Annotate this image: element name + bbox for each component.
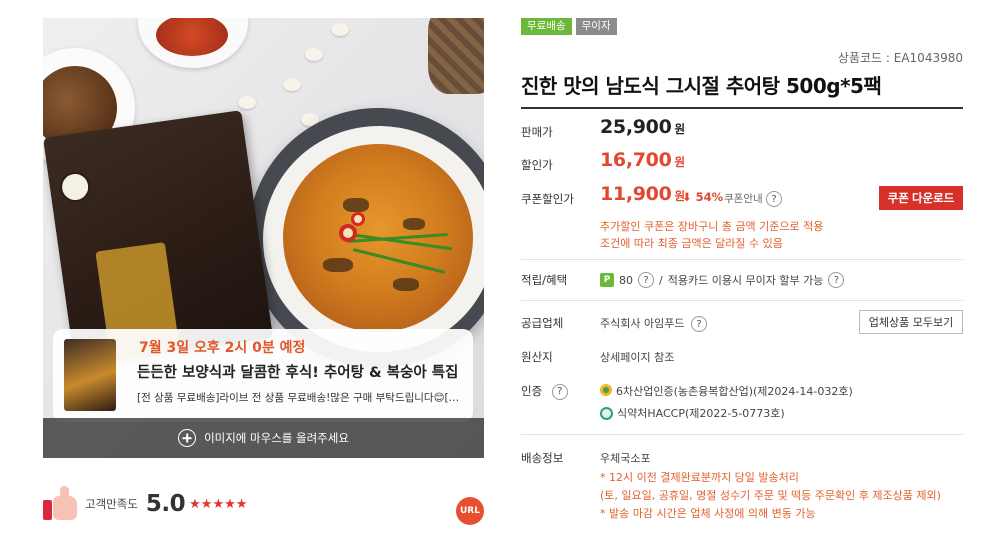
interest-free-tag: 무이자 bbox=[575, 18, 617, 35]
benefits-label: 적립/혜택 bbox=[521, 273, 568, 287]
chili-slice bbox=[339, 224, 357, 242]
discount-price-value: 16,700 bbox=[600, 149, 672, 171]
certification-badge-icon bbox=[600, 384, 612, 398]
url-copy-button[interactable]: URL bbox=[456, 497, 484, 525]
help-icon[interactable]: ? bbox=[828, 272, 845, 288]
cert-haccp-text: 식약처HACCP(제2022-5-0773호) bbox=[617, 407, 785, 420]
shipping-note-1: * 12시 이전 결제완료분까지 당일 발송처리 bbox=[600, 471, 799, 484]
slash-separator: / bbox=[659, 273, 663, 287]
customer-rating: 고객만족도 5.0 ★★★★★ bbox=[43, 486, 247, 522]
sale-price-value: 25,900 bbox=[600, 116, 672, 138]
title-divider bbox=[521, 107, 963, 109]
product-image[interactable]: 7월 3일 오후 2시 0분 예정 든든한 보양식과 달콤한 후식! 추어탕 &… bbox=[43, 18, 484, 458]
plus-circle-icon bbox=[178, 429, 197, 447]
sale-price-label: 판매가 bbox=[521, 125, 553, 139]
haccp-badge-icon bbox=[600, 406, 613, 420]
help-icon[interactable]: ? bbox=[690, 316, 707, 332]
zoom-hint-bar[interactable]: 이미지에 마우스를 올려주세요 bbox=[43, 418, 484, 458]
product-title: 진한 맛의 남도식 그시절 추어탕 500g*5팩 bbox=[521, 74, 882, 98]
garlic-clove bbox=[331, 23, 349, 36]
coupon-price-value: 11,900 bbox=[600, 183, 672, 205]
currency-unit: 원 bbox=[674, 155, 686, 169]
garlic-clove bbox=[283, 78, 301, 91]
chili-slice bbox=[351, 212, 365, 226]
garlic-clove bbox=[305, 48, 323, 61]
coupon-download-button[interactable]: 쿠폰 다운로드 bbox=[879, 186, 963, 210]
section-divider bbox=[521, 259, 963, 260]
zoom-hint-text: 이미지에 마우스를 올려주세요 bbox=[204, 431, 349, 445]
discount-price-label: 할인가 bbox=[521, 158, 553, 172]
garlic-clove bbox=[238, 96, 256, 109]
coupon-note-1: 추가할인 쿠폰은 장바구니 총 금액 기준으로 적용 bbox=[600, 220, 824, 233]
thumbs-up-icon bbox=[43, 486, 79, 522]
point-badge-icon: P bbox=[600, 273, 614, 287]
pine-cone-decoration bbox=[428, 18, 484, 94]
certification-label-text: 인증 bbox=[521, 384, 543, 398]
coupon-price-label: 쿠폰할인가 bbox=[521, 192, 574, 206]
origin-value: 상세페이지 참조 bbox=[600, 351, 675, 364]
sale-price: 25,900 원 bbox=[600, 116, 685, 138]
free-shipping-tag: 무료배송 bbox=[521, 18, 572, 35]
cert-6th-industry-text: 6차산업인증(농촌융복합산업)(제2024-14-032호) bbox=[616, 385, 853, 398]
product-package bbox=[43, 110, 274, 366]
package-logo-icon bbox=[58, 170, 93, 204]
help-icon[interactable]: ? bbox=[765, 191, 782, 207]
section-divider bbox=[521, 300, 963, 301]
certification-label: 인증 ? bbox=[521, 383, 568, 400]
help-icon[interactable]: ? bbox=[638, 272, 654, 288]
stew-meat bbox=[323, 258, 353, 272]
shipping-note-2: (토, 일요일, 공휴일, 명절 성수기 주문 및 떡등 주문확인 후 제조상품… bbox=[600, 489, 941, 502]
coupon-guide[interactable]: 쿠폰안내 ? bbox=[724, 191, 782, 207]
rating-label: 고객만족도 bbox=[85, 497, 138, 511]
coupon-discount-percent: ⬇ 54% bbox=[682, 190, 724, 204]
promo-description: [전 상품 무료배송]라이브 전 상품 무료배송!많은 구매 부탁드립니다😊[최… bbox=[137, 392, 467, 404]
promo-thumbnail bbox=[64, 339, 116, 411]
help-icon[interactable]: ? bbox=[551, 383, 568, 400]
benefits-row: P 80 ? / 적용카드 이용시 무이자 할부 가능 ? bbox=[600, 272, 845, 288]
promo-date: 7월 3일 오후 2시 0분 예정 bbox=[139, 340, 306, 356]
shipping-label: 배송정보 bbox=[521, 451, 564, 465]
discount-price: 16,700 원 bbox=[600, 149, 685, 171]
cert-6th-industry: 6차산업인증(농촌융복합산업)(제2024-14-032호) bbox=[600, 383, 853, 399]
stew-meat bbox=[403, 218, 425, 230]
supplier-label: 공급업체 bbox=[521, 316, 564, 330]
shipping-note-3: * 발송 마감 시간은 업체 사정에 의해 변동 가능 bbox=[600, 507, 816, 520]
origin-label: 원산지 bbox=[521, 350, 553, 364]
supplier-products-button[interactable]: 업체상품 모두보기 bbox=[859, 310, 963, 334]
live-promo-banner[interactable]: 7월 3일 오후 2시 0분 예정 든든한 보양식과 달콤한 후식! 추어탕 &… bbox=[53, 329, 473, 422]
product-code: 상품코드 : EA1043980 bbox=[837, 51, 963, 65]
stew-meat bbox=[393, 278, 419, 291]
cert-haccp: 식약처HACCP(제2022-5-0773호) bbox=[600, 405, 785, 421]
currency-unit: 원 bbox=[674, 122, 686, 136]
point-value: 80 bbox=[619, 273, 633, 287]
stew-meat bbox=[343, 198, 369, 212]
product-tags: 무료배송 무이자 bbox=[521, 18, 617, 35]
section-divider bbox=[521, 434, 963, 435]
coupon-price: 11,900 원 bbox=[600, 183, 685, 205]
coupon-guide-label: 쿠폰안내 bbox=[724, 193, 763, 205]
rating-stars-icon: ★★★★★ bbox=[189, 496, 248, 512]
rating-score: 5.0 bbox=[145, 491, 186, 517]
promo-title: 든든한 보양식과 달콤한 후식! 추어탕 & 복숭아 특집 bbox=[137, 365, 459, 381]
supplier-name: 주식회사 아임푸드 ? bbox=[600, 315, 707, 332]
shipping-method: 우체국소포 bbox=[600, 452, 651, 465]
coupon-note-2: 조건에 따라 최종 금액은 달라질 수 있음 bbox=[600, 237, 783, 250]
card-benefit-text: 적용카드 이용시 무이자 할부 가능 bbox=[667, 274, 824, 287]
supplier-name-text: 주식회사 아임푸드 bbox=[600, 317, 685, 330]
